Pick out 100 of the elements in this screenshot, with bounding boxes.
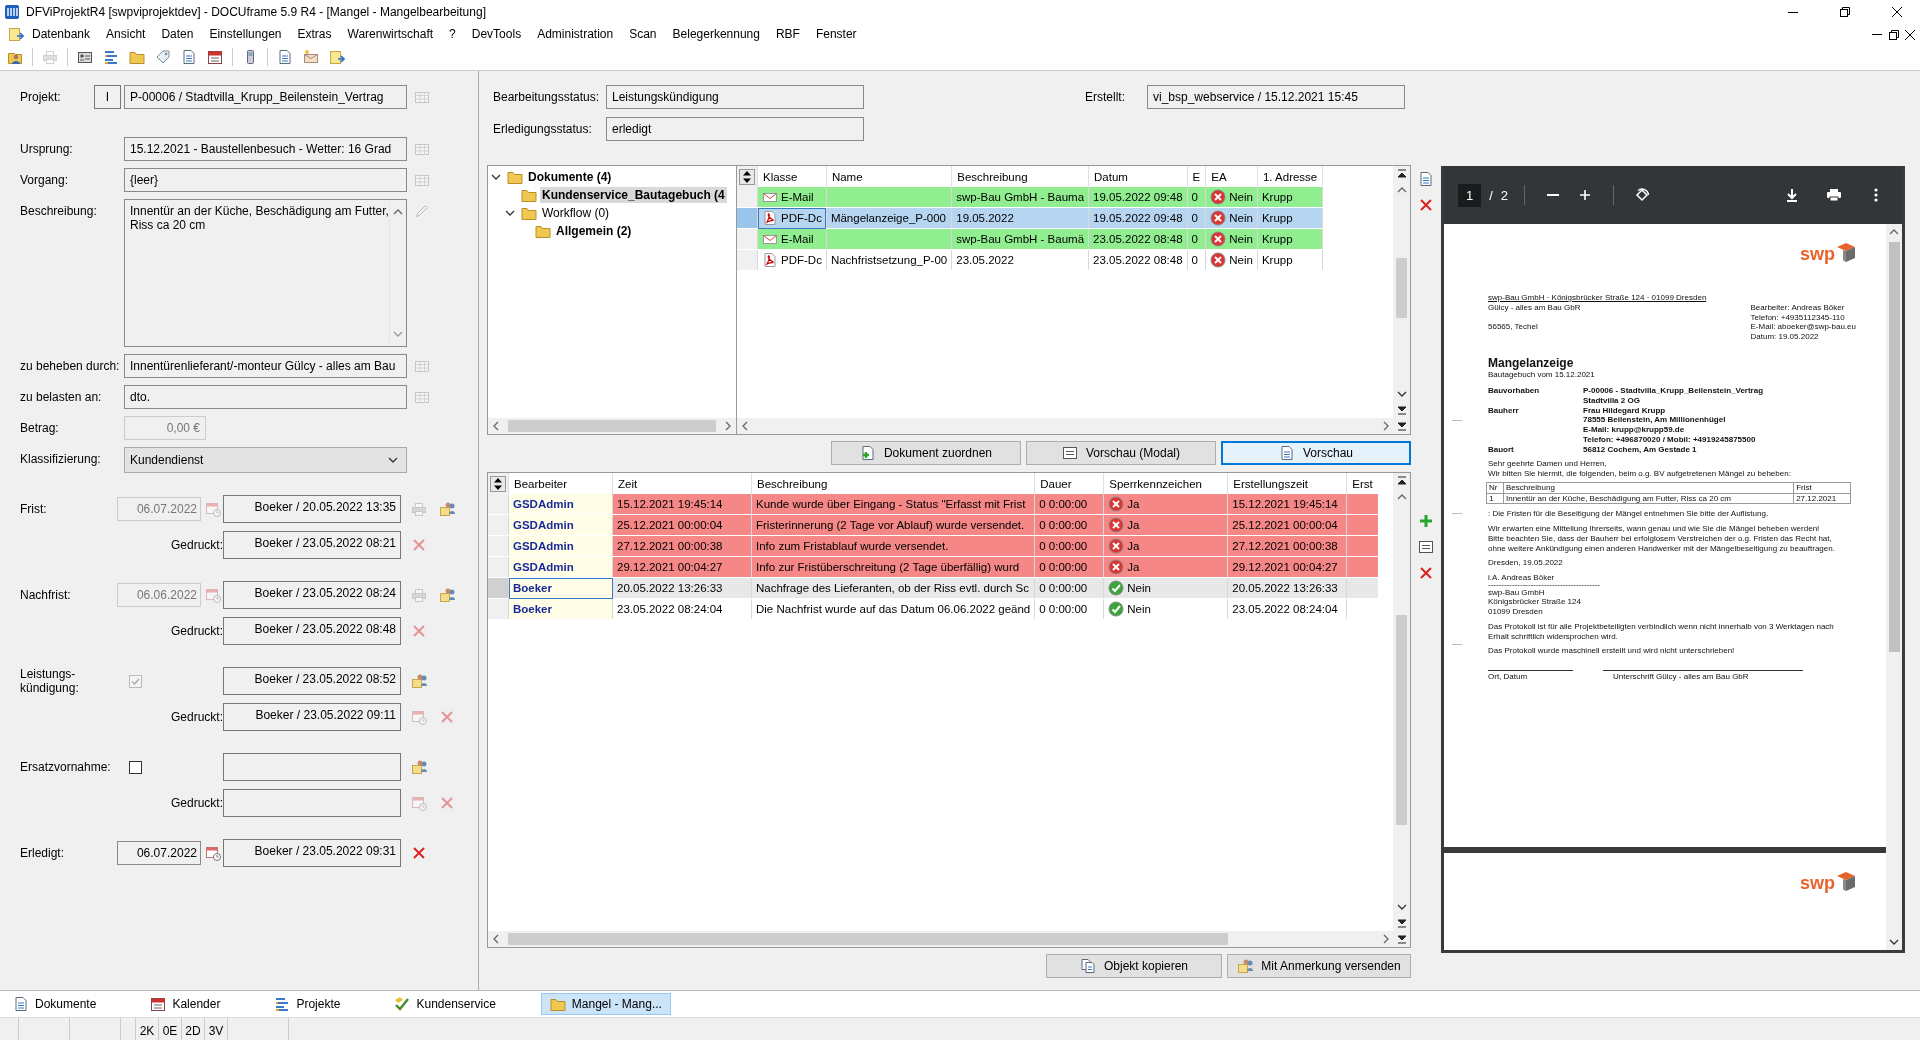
column-header[interactable]: Erstellungszeit	[1227, 473, 1347, 494]
sort-icon[interactable]	[490, 475, 506, 492]
toolbar-button[interactable]	[328, 48, 346, 66]
calendar-icon[interactable]	[205, 845, 221, 861]
scrollbar-thumb[interactable]	[1396, 258, 1407, 318]
menu-item[interactable]: Ansicht	[98, 27, 154, 41]
toolbar-button[interactable]	[180, 48, 198, 66]
field-label: Vorgang:	[20, 173, 70, 187]
date-field[interactable]: 06.07.2022	[117, 841, 201, 865]
column-header[interactable]: Beschreibung	[951, 166, 1089, 187]
table-cell: 20.05.2022 13:26:33	[1232, 582, 1338, 594]
table-button[interactable]	[1418, 539, 1434, 555]
checkbox[interactable]	[129, 760, 142, 774]
people-icon[interactable]	[411, 673, 427, 689]
toolbar-button[interactable]	[206, 48, 224, 66]
input-field[interactable]: P-00006 / Stadtvilla_Krupp_Beilenstein_Vertrag	[124, 85, 407, 109]
input-field: Boeker / 23.05.2022 08:24	[223, 581, 401, 609]
tab[interactable]: Mangel - Mang...	[540, 993, 671, 1015]
restore-button[interactable]	[1886, 27, 1900, 41]
column-header[interactable]: Dauer	[1034, 473, 1104, 494]
action-button[interactable]: Vorschau	[1221, 441, 1411, 465]
input-field: Boeker / 23.05.2022 09:11	[223, 703, 401, 731]
tree-item[interactable]: Kundenservice_Bautagebuch (4	[540, 187, 727, 203]
scrollbar[interactable]	[488, 418, 736, 434]
tree-item[interactable]: Workflow (0)	[540, 205, 612, 221]
column-header[interactable]: Datum	[1088, 166, 1188, 187]
menu-item[interactable]: Extras	[289, 27, 340, 41]
toolbar-button[interactable]	[276, 48, 294, 66]
tree-item[interactable]: Allgemein (2)	[554, 223, 634, 239]
column-header[interactable]: Name	[826, 166, 952, 187]
menu-item[interactable]: Warenwirtschaft	[339, 27, 442, 41]
detail-value: Telefon: +496870020 / Mobil: +4919245875500	[1583, 434, 1757, 445]
scrollbar[interactable]	[1393, 166, 1410, 418]
menu-item[interactable]: Daten	[153, 27, 202, 41]
printer-icon	[1826, 187, 1842, 203]
table-cell: Mängelanzeige_P-000	[830, 212, 946, 224]
add-button[interactable]	[1418, 513, 1434, 529]
people-icon[interactable]	[439, 501, 455, 517]
column-header[interactable]: Klasse	[757, 166, 827, 187]
info-button[interactable]: I	[94, 85, 121, 109]
tab[interactable]: Projekte	[265, 993, 350, 1015]
scrollbar-thumb[interactable]	[508, 420, 716, 432]
table-cell: 23.05.2022 08:24:04	[617, 603, 723, 615]
toolbar-button[interactable]	[102, 48, 120, 66]
column-header[interactable]: Bearbeiter	[508, 473, 613, 494]
toolbar-button[interactable]	[154, 48, 172, 66]
input-field[interactable]: dto.	[124, 385, 407, 409]
action-button[interactable]: Vorschau (Modal)	[1026, 441, 1216, 465]
id-card-icon	[77, 49, 93, 65]
column-header[interactable]: Beschreibung	[751, 473, 1035, 494]
close-button[interactable]	[1902, 27, 1916, 41]
delete-icon[interactable]	[411, 845, 427, 861]
tab[interactable]: Kundenservice	[385, 993, 505, 1015]
column-header[interactable]: Sperrkennzeichen	[1103, 473, 1228, 494]
column-header[interactable]: 1. Adresse	[1257, 166, 1323, 187]
scrollbar[interactable]	[488, 931, 1410, 947]
tab[interactable]: Kalender	[141, 993, 230, 1015]
menu-item[interactable]: Einstellungen	[201, 27, 290, 41]
tree-item[interactable]: Dokumente (4)	[526, 169, 614, 185]
people-icon[interactable]	[411, 759, 427, 775]
action-button[interactable]: Dokument zuordnen	[831, 441, 1021, 465]
menu-item[interactable]: ?	[441, 27, 464, 41]
scrollbar[interactable]	[1393, 473, 1410, 931]
action-button[interactable]: Mit Anmerkung versenden	[1227, 954, 1411, 978]
column-header[interactable]: Zeit	[612, 473, 752, 494]
scrollbar[interactable]	[1886, 224, 1902, 950]
scrollbar-thumb[interactable]	[1396, 615, 1407, 825]
sort-icon[interactable]	[739, 168, 755, 185]
input-field[interactable]: 15.12.2021 - Baustellenbesuch - Wetter: 16 Grad	[124, 137, 407, 161]
dropdown[interactable]: Kundendienst	[124, 447, 407, 473]
scrollbar[interactable]	[737, 418, 1410, 434]
input-field[interactable]: Innentürenlieferant/-monteur Gülcy - alles am Bau	[124, 354, 407, 378]
action-button[interactable]: Objekt kopieren	[1046, 954, 1222, 978]
field-label: Bearbeitungsstatus:	[493, 90, 601, 104]
table-cell: Krupp	[1261, 212, 1293, 224]
column-header[interactable]: Erst	[1346, 473, 1378, 494]
scrollbar-thumb[interactable]	[1888, 242, 1900, 652]
table-cell: 19.05.2022 09:48	[1093, 191, 1183, 203]
scrollbar-thumb[interactable]	[508, 933, 1228, 945]
tab[interactable]: Dokumente	[4, 993, 106, 1015]
page-number-field[interactable]: 1	[1458, 183, 1482, 207]
field-label: zu belasten an:	[20, 390, 103, 404]
delete-button[interactable]	[1418, 197, 1434, 213]
delete-button[interactable]	[1418, 565, 1434, 581]
people-icon[interactable]	[439, 587, 455, 603]
menu-item[interactable]: Datenbank	[24, 27, 99, 41]
column-header[interactable]: EA	[1205, 166, 1258, 187]
menu-item[interactable]: DevTools	[463, 27, 530, 41]
toolbar-button[interactable]	[302, 48, 320, 66]
paragraph-line: ohne weitere Ankündigung einen anderen Handwerker mit der Mängelbeseitigung zu beauftragen.	[1488, 543, 1836, 554]
input-field[interactable]: {leer}	[124, 168, 407, 192]
menu-item[interactable]: RBF	[767, 27, 808, 41]
menu-item[interactable]: Belegerkennung	[664, 27, 768, 41]
description-field[interactable]: Innentür an der Küche, Beschädigung am Futter, Riss ca 20 cm	[124, 199, 407, 347]
menu-item[interactable]: Fenster	[807, 27, 865, 41]
menu-item[interactable]: Scan	[621, 27, 665, 41]
menu-item[interactable]: Administration	[529, 27, 622, 41]
table-cell: Nachfrage des Lieferanten, ob der Riss evtl. durch Sc	[756, 582, 1029, 594]
new-document-button[interactable]	[1418, 171, 1434, 187]
input-field: Boeker / 23.05.2022 08:21	[223, 531, 401, 559]
